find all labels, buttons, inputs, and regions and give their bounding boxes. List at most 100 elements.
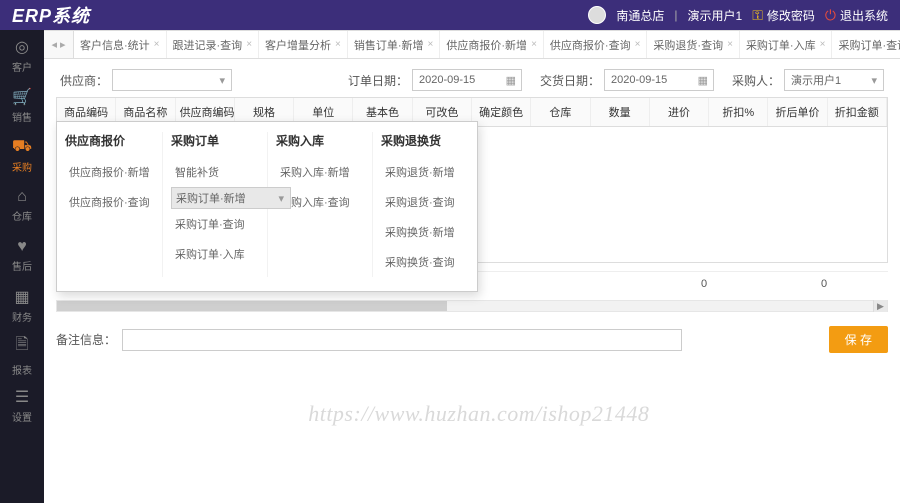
horizontal-scrollbar[interactable]: ▶ xyxy=(56,300,888,312)
sidebar-icon: ⌂ xyxy=(17,188,27,206)
logout-link[interactable]: ⏻ 退出系统 xyxy=(825,7,888,24)
deliver-date-label: 交货日期： xyxy=(540,72,600,89)
mega-menu-item[interactable]: 采购入库·新增 xyxy=(276,157,364,187)
tab-label: 采购订单·入库 xyxy=(746,37,816,53)
sidebar-icon: ▦ xyxy=(14,287,29,307)
logout-label: 退出系统 xyxy=(840,7,888,24)
sidebar-item-报表[interactable]: 🗎 报表 xyxy=(0,330,44,380)
sidebar-item-销售[interactable]: 🛒 销售 xyxy=(0,80,44,130)
close-icon[interactable]: × xyxy=(531,39,537,50)
avatar[interactable] xyxy=(588,6,606,24)
tab[interactable]: 跟进记录·查询× xyxy=(167,31,260,58)
sidebar-icon: ◎ xyxy=(15,37,29,57)
tab-label: 客户增量分析 xyxy=(265,37,331,53)
sidebar-item-售后[interactable]: ♥ 售后 xyxy=(0,230,44,280)
mega-menu-item[interactable]: 采购订单·入库 xyxy=(171,239,259,269)
mega-menu-item[interactable]: 采购订单·查询 xyxy=(171,209,259,239)
purchase-mega-menu: 供应商报价供应商报价·新增供应商报价·查询采购订单智能补货采购订单·新增采购订单… xyxy=(56,121,478,292)
mega-menu-item[interactable]: 采购换货·查询 xyxy=(381,247,469,277)
store-name: 南通总店 xyxy=(616,7,664,24)
close-icon[interactable]: × xyxy=(154,39,160,50)
close-icon[interactable]: × xyxy=(335,39,341,50)
supplier-label: 供应商： xyxy=(60,72,108,89)
remark-row: 备注信息： 保 存 xyxy=(56,326,888,353)
tab-label: 采购退货·查询 xyxy=(653,37,723,53)
tab-nav-left[interactable]: ◂ ▸ xyxy=(44,31,74,58)
tab[interactable]: 销售订单·新增 × xyxy=(348,31,441,58)
save-button[interactable]: 保 存 xyxy=(829,326,888,353)
mega-menu-item[interactable]: 采购退货·查询 xyxy=(381,187,469,217)
close-icon[interactable]: × xyxy=(246,39,252,50)
total-amount: 0 xyxy=(764,278,884,290)
sidebar-label: 采购 xyxy=(12,159,32,174)
sidebar-item-采购[interactable]: ⛟ 采购 xyxy=(0,130,44,180)
scrollbar-right-arrow[interactable]: ▶ xyxy=(873,300,887,312)
tabs-bar: ◂ ▸ 客户信息·统计×跟进记录·查询×客户增量分析×销售订单·新增×供应商报价… xyxy=(44,31,900,59)
sidebar-icon: 🗎 xyxy=(16,333,29,360)
sidebar-icon: ⛟ xyxy=(12,137,32,157)
tab-label: 客户信息·统计 xyxy=(80,37,150,53)
order-date-input[interactable]: 2020-09-15 xyxy=(412,69,522,91)
total-qty: 0 xyxy=(644,278,764,290)
sidebar-label: 销售 xyxy=(12,109,32,124)
sidebar-label: 报表 xyxy=(12,362,32,377)
tab-label: 销售订单·新增 xyxy=(354,37,424,53)
sidebar-icon: 🛒 xyxy=(12,87,32,107)
tab-label: 采购订单·查询 xyxy=(838,37,900,53)
mega-menu-item[interactable]: 采购订单·新增 xyxy=(171,187,291,209)
close-icon[interactable]: × xyxy=(820,39,826,50)
mega-menu-item[interactable]: 采购换货·新增 xyxy=(381,217,469,247)
tab[interactable]: 客户信息·统计 × xyxy=(74,31,167,58)
tab-label: 供应商报价·查询 xyxy=(550,37,631,53)
remark-label: 备注信息： xyxy=(56,331,116,348)
mega-menu-item[interactable]: 采购退货·新增 xyxy=(381,157,469,187)
filter-row: 供应商： 订单日期： 2020-09-15 交货日期： 2020-09-15 采… xyxy=(44,59,900,97)
tab[interactable]: 采购退货·查询 × xyxy=(647,31,740,58)
close-icon[interactable]: × xyxy=(635,39,641,50)
user-name: 演示用户1 xyxy=(688,7,743,24)
sidebar-label: 客户 xyxy=(12,59,32,74)
tab[interactable]: 客户增量分析 × xyxy=(259,31,348,58)
sidebar-icon: ♥ xyxy=(17,238,27,256)
sidebar-label: 设置 xyxy=(12,409,32,424)
mega-col-title: 采购入库 xyxy=(276,132,364,149)
mega-menu-item[interactable]: 供应商报价·查询 xyxy=(65,187,154,217)
column-header: 折扣% xyxy=(709,98,768,126)
deliver-date-input[interactable]: 2020-09-15 xyxy=(604,69,714,91)
sidebar-item-仓库[interactable]: ⌂ 仓库 xyxy=(0,180,44,230)
scrollbar-thumb[interactable] xyxy=(57,301,447,311)
sidebar-item-财务[interactable]: ▦财务 xyxy=(0,280,44,330)
tab-label: 供应商报价·新增 xyxy=(446,37,527,53)
column-header: 进价 xyxy=(650,98,709,126)
sidebar-item-客户[interactable]: ◎ 客户 xyxy=(0,30,44,80)
mega-col-title: 采购订单 xyxy=(171,132,259,149)
watermark: https://www.huzhan.com/ishop21448 xyxy=(308,401,649,427)
buyer-label: 采购人： xyxy=(732,72,780,89)
sidebar-label: 售后 xyxy=(12,258,32,273)
app-logo: ERP系统 xyxy=(12,2,90,28)
tab[interactable]: 采购订单·入库 × xyxy=(740,31,833,58)
app-header: ERP系统 南通总店 | 演示用户1 ⚿ 修改密码 ⏻ 退出系统 xyxy=(0,0,900,30)
supplier-select[interactable] xyxy=(112,69,232,91)
change-password-label: 修改密码 xyxy=(767,7,815,24)
remark-input[interactable] xyxy=(122,329,682,351)
mega-menu-item[interactable]: 供应商报价·新增 xyxy=(65,157,154,187)
sidebar-item-设置[interactable]: ☰设置 xyxy=(0,380,44,430)
order-date-label: 订单日期： xyxy=(348,72,408,89)
buyer-select[interactable]: 演示用户1 xyxy=(784,69,884,91)
change-password-link[interactable]: ⚿ 修改密码 xyxy=(752,7,815,24)
tab[interactable]: 采购订单·查询× xyxy=(832,31,900,58)
close-icon[interactable]: × xyxy=(428,39,434,50)
main: ◂ ▸ 客户信息·统计×跟进记录·查询×客户增量分析×销售订单·新增×供应商报价… xyxy=(44,30,900,503)
tab[interactable]: 供应商报价·新增 × xyxy=(440,31,544,58)
mega-menu-item[interactable]: 智能补货 xyxy=(171,157,259,187)
sidebar-label: 仓库 xyxy=(12,208,32,223)
sidebar: ◎ 客户 🛒 销售 ⛟ 采购 ⌂ 仓库 ♥ 售后 ▦财务 🗎 报表 ☰设置 xyxy=(0,30,44,503)
column-header: 数量 xyxy=(591,98,650,126)
tab[interactable]: 供应商报价·查询 × xyxy=(544,31,648,58)
column-header: 折扣金额 xyxy=(828,98,887,126)
column-header: 折后单价 xyxy=(768,98,827,126)
header-right: 南通总店 | 演示用户1 ⚿ 修改密码 ⏻ 退出系统 xyxy=(588,6,888,24)
tab-label: 跟进记录·查询 xyxy=(173,37,243,53)
close-icon[interactable]: × xyxy=(727,39,733,50)
